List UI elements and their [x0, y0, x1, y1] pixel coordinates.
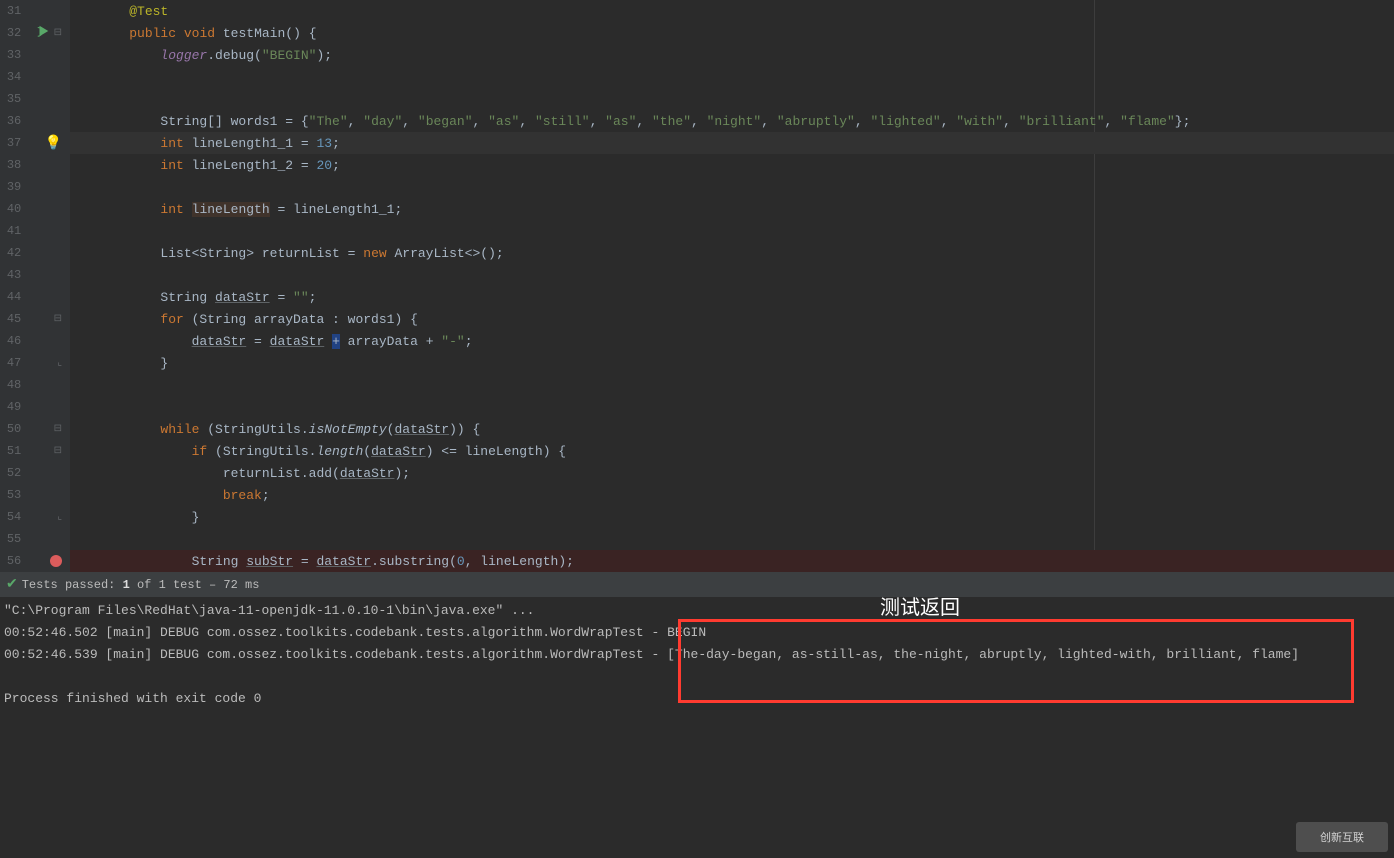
gutter-row[interactable]: 49	[0, 396, 70, 418]
console-line: 00:52:46.539 [main] DEBUG com.ossez.tool…	[4, 647, 1390, 669]
gutter-row[interactable]: 52	[0, 462, 70, 484]
code-line[interactable]: List<String> returnList = new ArrayList<…	[70, 242, 1394, 264]
code-line[interactable]	[70, 176, 1394, 198]
console-line: 00:52:46.502 [main] DEBUG com.ossez.tool…	[4, 625, 1390, 647]
fold-icon[interactable]: ⊟	[54, 313, 62, 325]
fold-end-icon[interactable]: ⌞	[57, 511, 62, 523]
code-line[interactable]	[70, 528, 1394, 550]
code-line[interactable]: dataStr = dataStr + arrayData + "-";	[70, 330, 1394, 352]
gutter-row[interactable]: 31	[0, 0, 70, 22]
code-line[interactable]: }	[70, 506, 1394, 528]
gutter-row[interactable]: 45⊟	[0, 308, 70, 330]
fold-icon[interactable]: ⊟	[54, 27, 62, 39]
gutter-row[interactable]: 34	[0, 66, 70, 88]
gutter-row[interactable]: 39	[0, 176, 70, 198]
gutter-row[interactable]: 35	[0, 88, 70, 110]
gutter-row[interactable]: 33	[0, 44, 70, 66]
gutter-row[interactable]: 54⌞	[0, 506, 70, 528]
code-line[interactable]: String[] words1 = {"The", "day", "began"…	[70, 110, 1394, 132]
code-line[interactable]	[70, 220, 1394, 242]
gutter-row[interactable]: 42	[0, 242, 70, 264]
check-icon: ✔	[6, 576, 18, 593]
intention-bulb-icon[interactable]: 💡	[45, 135, 62, 152]
code-line-current[interactable]: int lineLength1_1 = 13;	[70, 132, 1394, 154]
code-line[interactable]	[70, 66, 1394, 88]
test-status-text: Tests passed: 1 of 1 test – 72 ms	[22, 578, 260, 592]
code-area[interactable]: @Test public void testMain() { logger.de…	[70, 0, 1394, 572]
code-line[interactable]: logger.debug("BEGIN");	[70, 44, 1394, 66]
bottom-panel: ✔ Tests passed: 1 of 1 test – 72 ms 测试返回…	[0, 572, 1394, 858]
test-status-bar: ✔ Tests passed: 1 of 1 test – 72 ms	[0, 572, 1394, 597]
console-line: "C:\Program Files\RedHat\java-11-openjdk…	[4, 603, 1390, 625]
code-line[interactable]: break;	[70, 484, 1394, 506]
gutter-row[interactable]: 40	[0, 198, 70, 220]
gutter-row[interactable]: 50⊟	[0, 418, 70, 440]
code-line[interactable]: public void testMain() {	[70, 22, 1394, 44]
console-line: Process finished with exit code 0	[4, 691, 1390, 713]
code-line[interactable]: if (StringUtils.length(dataStr) <= lineL…	[70, 440, 1394, 462]
gutter-row[interactable]: 53	[0, 484, 70, 506]
code-line[interactable]	[70, 396, 1394, 418]
code-line[interactable]: int lineLength = lineLength1_1;	[70, 198, 1394, 220]
gutter-row[interactable]: 43	[0, 264, 70, 286]
code-line[interactable]: int lineLength1_2 = 20;	[70, 154, 1394, 176]
code-line[interactable]: for (String arrayData : words1) {	[70, 308, 1394, 330]
gutter-row[interactable]: 32⊟	[0, 22, 70, 44]
code-line[interactable]	[70, 264, 1394, 286]
editor-area: 31 32⊟ 33 34 35 36 37💡 38 39 40 41 42 43…	[0, 0, 1394, 572]
gutter-row[interactable]: 56	[0, 550, 70, 572]
code-line[interactable]	[70, 374, 1394, 396]
gutter-row[interactable]: 44	[0, 286, 70, 308]
gutter-row[interactable]: 47⌞	[0, 352, 70, 374]
console-line	[4, 669, 1390, 691]
gutter-row[interactable]: 51⊟	[0, 440, 70, 462]
code-line[interactable]: while (StringUtils.isNotEmpty(dataStr)) …	[70, 418, 1394, 440]
code-line[interactable]: }	[70, 352, 1394, 374]
gutter-row[interactable]: 46	[0, 330, 70, 352]
fold-end-icon[interactable]: ⌞	[57, 357, 62, 369]
annotation-label: 测试返回	[880, 591, 960, 620]
gutter-row[interactable]: 48	[0, 374, 70, 396]
gutter: 31 32⊟ 33 34 35 36 37💡 38 39 40 41 42 43…	[0, 0, 70, 572]
fold-icon[interactable]: ⊟	[54, 445, 62, 457]
run-test-icon[interactable]	[36, 24, 50, 42]
console-output[interactable]: 测试返回 "C:\Program Files\RedHat\java-11-op…	[0, 597, 1394, 858]
fold-icon[interactable]: ⊟	[54, 423, 62, 435]
breakpoint-icon[interactable]	[50, 555, 62, 567]
code-line[interactable]	[70, 88, 1394, 110]
gutter-row[interactable]: 41	[0, 220, 70, 242]
code-line[interactable]: returnList.add(dataStr);	[70, 462, 1394, 484]
code-line[interactable]: @Test	[70, 0, 1394, 22]
code-line-breakpoint[interactable]: String subStr = dataStr.substring(0, lin…	[70, 550, 1394, 572]
gutter-row[interactable]: 36	[0, 110, 70, 132]
code-line[interactable]: String dataStr = "";	[70, 286, 1394, 308]
gutter-row[interactable]: 38	[0, 154, 70, 176]
watermark-logo: 创新互联	[1296, 822, 1388, 852]
gutter-row[interactable]: 55	[0, 528, 70, 550]
gutter-row[interactable]: 37💡	[0, 132, 70, 154]
